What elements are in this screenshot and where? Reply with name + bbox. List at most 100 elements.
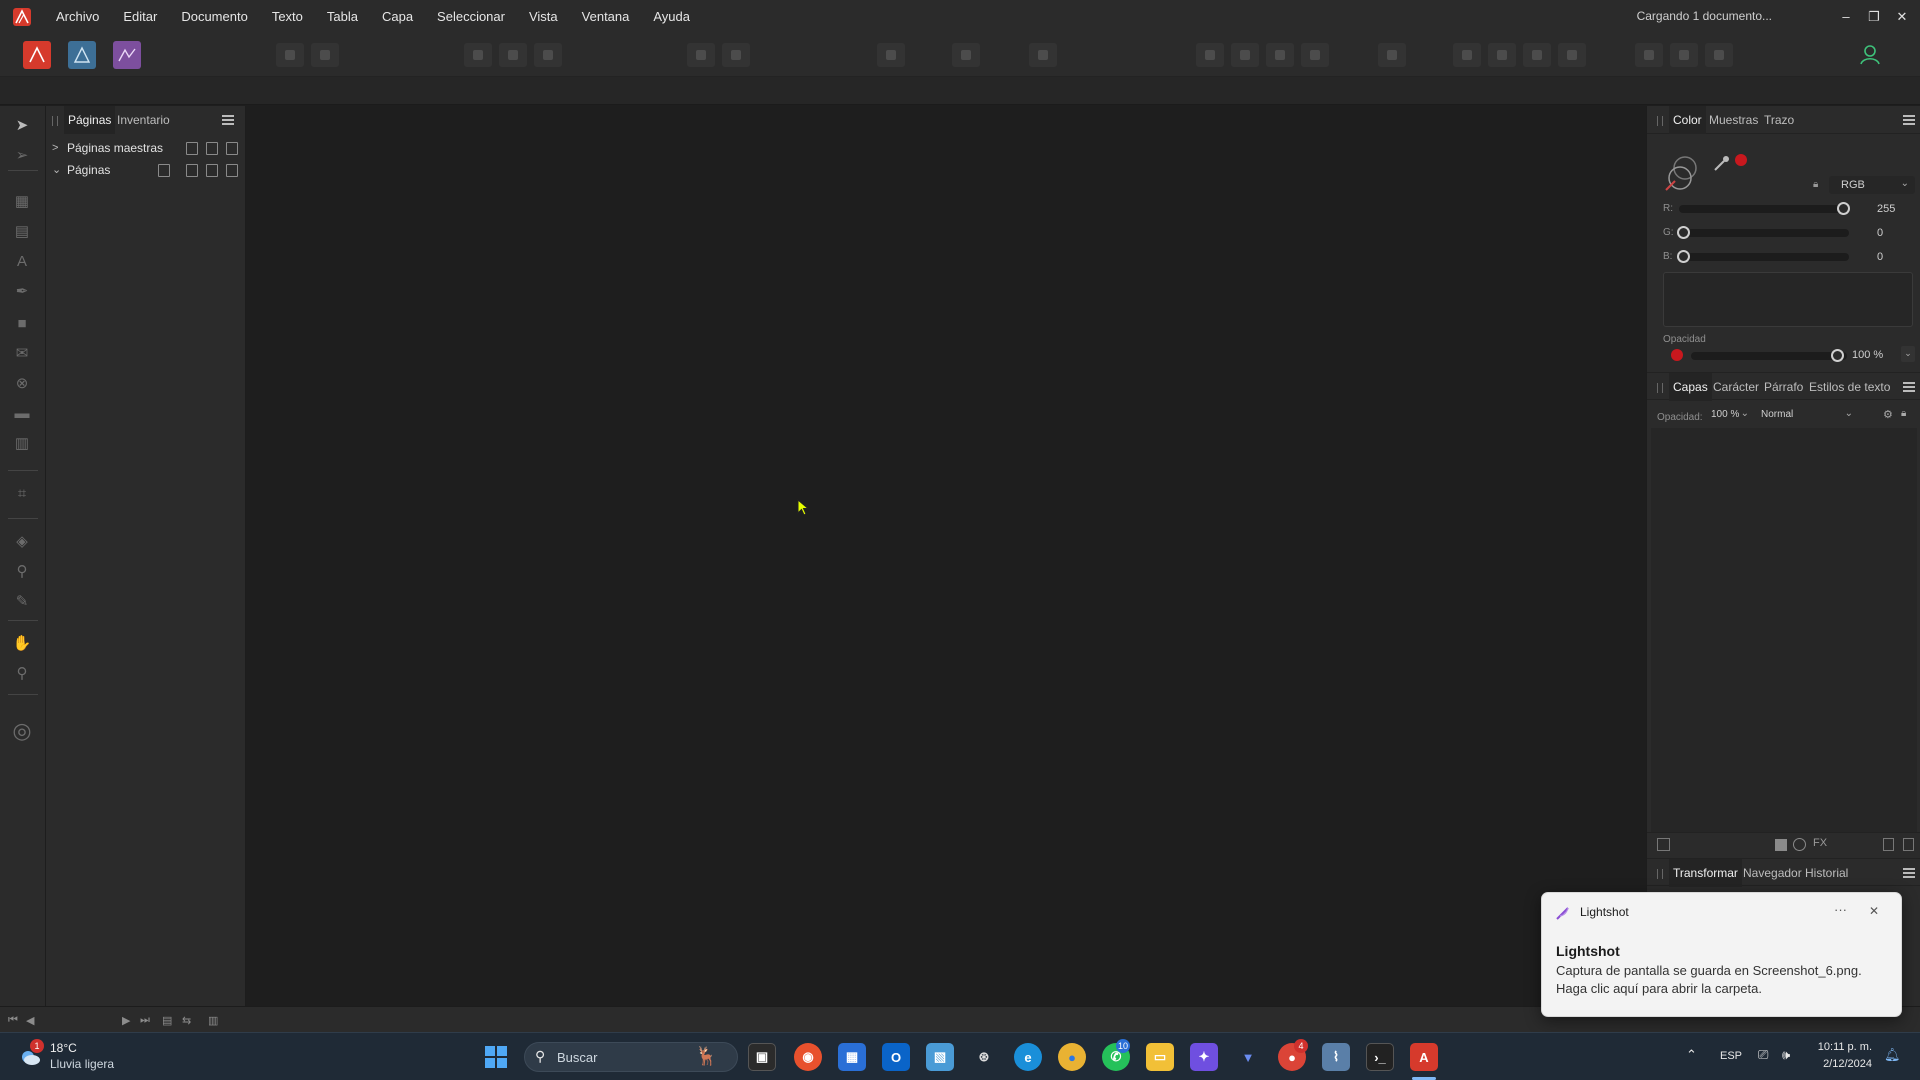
duplicate-master-page-icon[interactable]	[206, 142, 218, 155]
menu-documento[interactable]: Documento	[169, 0, 259, 33]
tab-color[interactable]: Color	[1669, 106, 1706, 134]
clock-time[interactable]: 10:11 p. m.	[1812, 1041, 1872, 1053]
toolbar-button-11[interactable]	[1196, 43, 1224, 67]
current-color-swatch[interactable]	[1735, 154, 1747, 166]
outlook-icon[interactable]: O	[882, 1043, 910, 1071]
toolbar-button-4[interactable]	[499, 43, 527, 67]
menu-seleccionar[interactable]: Seleccionar	[425, 0, 517, 33]
photo-persona-icon[interactable]	[113, 41, 141, 69]
channel-slider-track-2[interactable]	[1679, 253, 1849, 261]
tab-navegador[interactable]: Navegador	[1739, 859, 1806, 887]
table-tool-icon[interactable]: ▦	[11, 190, 33, 212]
tab-trazo[interactable]: Trazo	[1760, 106, 1798, 134]
designer-persona-icon[interactable]	[68, 41, 96, 69]
gear-icon[interactable]: ⚙	[1883, 408, 1893, 421]
add-layer-icon[interactable]	[1883, 838, 1894, 851]
toolbar-button-5[interactable]	[534, 43, 562, 67]
vpn-icon[interactable]: ▼	[1234, 1043, 1262, 1071]
toolbar-button-9[interactable]	[952, 43, 980, 67]
panel-menu-icon[interactable]	[222, 115, 234, 125]
copilot-icon[interactable]: ✦	[1190, 1043, 1218, 1071]
fx-icon[interactable]: FX	[1813, 837, 1827, 849]
account-icon[interactable]	[1856, 41, 1884, 69]
toolbar-button-10[interactable]	[1029, 43, 1057, 67]
toolbar-button-22[interactable]	[1705, 43, 1733, 67]
notification-close-button[interactable]: ✕	[1869, 904, 1879, 918]
toolbar-button-1[interactable]	[276, 43, 304, 67]
opacity-slider-knob[interactable]	[1831, 349, 1844, 362]
adjustment-layer-icon[interactable]	[1793, 838, 1806, 851]
fill-stroke-selector-icon[interactable]	[1663, 154, 1703, 197]
file-explorer-icon[interactable]: ▭	[1146, 1043, 1174, 1071]
menu-tabla[interactable]: Tabla	[315, 0, 370, 33]
menu-texto[interactable]: Texto	[260, 0, 315, 33]
transform-panel-menu-icon[interactable]	[1903, 868, 1915, 878]
next-page-icon[interactable]: ▶	[122, 1014, 130, 1027]
tab-historial[interactable]: Historial	[1801, 859, 1852, 887]
lightshot-notification[interactable]: Lightshot ··· ✕ Lightshot Captura de pan…	[1541, 892, 1902, 1017]
blend-mode-select[interactable]: Normal ⌄	[1757, 406, 1855, 424]
windows-start-icon[interactable]	[484, 1045, 508, 1072]
duplicate-page-icon[interactable]	[206, 164, 218, 177]
channel-slider-knob-2[interactable]	[1677, 250, 1690, 263]
place-image-tool-icon[interactable]: ▬	[11, 402, 33, 424]
move-tool-icon[interactable]: ➤	[11, 114, 33, 136]
toolbar-button-21[interactable]	[1670, 43, 1698, 67]
toolbar-button-20[interactable]	[1635, 43, 1663, 67]
edge-icon[interactable]: e	[1014, 1043, 1042, 1071]
tab-muestras[interactable]: Muestras	[1705, 106, 1762, 134]
opacity-value[interactable]: 100 %	[1852, 349, 1883, 361]
color-panel-menu-icon[interactable]	[1903, 115, 1915, 125]
channel-slider-track-1[interactable]	[1679, 229, 1849, 237]
page-spread-icon[interactable]: ▤	[162, 1014, 172, 1027]
affinity-publisher-taskbar-icon[interactable]: A	[1410, 1043, 1438, 1071]
tab-transformar[interactable]: Transformar	[1669, 859, 1742, 887]
chevron-up-icon[interactable]: ⌃	[1686, 1047, 1697, 1063]
notification-more-button[interactable]: ···	[1834, 902, 1847, 917]
photos-icon[interactable]: ▧	[926, 1043, 954, 1071]
task-view-icon[interactable]: ▣	[748, 1043, 776, 1071]
tab-parrafo[interactable]: Párrafo	[1760, 373, 1807, 401]
mask-layer-icon[interactable]	[1775, 839, 1787, 851]
publisher-persona-icon[interactable]	[23, 41, 51, 69]
channel-slider-track-0[interactable]	[1679, 205, 1849, 213]
channel-slider-knob-0[interactable]	[1837, 202, 1850, 215]
restore-button[interactable]: ❐	[1860, 0, 1888, 33]
tab-estilos-de-texto[interactable]: Estilos de texto	[1805, 373, 1894, 401]
toolbar-button-8[interactable]	[877, 43, 905, 67]
toolbar-button-16[interactable]	[1453, 43, 1481, 67]
toolbar-button-18[interactable]	[1523, 43, 1551, 67]
menu-vista[interactable]: Vista	[517, 0, 570, 33]
lock-icon[interactable]: 🔒︎	[1901, 408, 1906, 419]
chevron-right-icon[interactable]: >	[52, 137, 62, 159]
delete-layer-icon[interactable]	[1903, 838, 1914, 851]
artistic-text-tool-icon[interactable]: A	[11, 250, 33, 272]
channel-value-1[interactable]: 0	[1877, 227, 1883, 239]
page-options-icon[interactable]	[158, 164, 170, 177]
toolbar-button-6[interactable]	[687, 43, 715, 67]
document-canvas[interactable]	[247, 106, 1645, 1006]
eyedropper-icon[interactable]	[1711, 152, 1733, 177]
color-picker-tool-icon[interactable]: ✎	[11, 590, 33, 612]
terminal-icon[interactable]: ›_	[1366, 1043, 1394, 1071]
opacity-dropdown-icon[interactable]: ⌄	[1901, 346, 1915, 362]
toolbar-button-14[interactable]	[1301, 43, 1329, 67]
menu-archivo[interactable]: Archivo	[44, 0, 111, 33]
opacity-slider-track[interactable]	[1691, 352, 1847, 360]
delete-page-icon[interactable]	[226, 164, 238, 177]
tab-inventario[interactable]: Inventario	[113, 106, 174, 134]
toolbar-button-19[interactable]	[1558, 43, 1586, 67]
chatgpt-icon[interactable]: ⊛	[970, 1043, 998, 1071]
toolbar-button-7[interactable]	[722, 43, 750, 67]
master-pages-row[interactable]: > Páginas maestras	[46, 137, 246, 159]
frame-text-tool-icon[interactable]: ▤	[11, 220, 33, 242]
clock-date[interactable]: 2/12/2024	[1812, 1058, 1872, 1070]
notifications-bell-icon[interactable]: 🔔︎	[1884, 1047, 1901, 1063]
first-page-icon[interactable]: ⏮	[8, 1014, 18, 1027]
menu-editar[interactable]: Editar	[111, 0, 169, 33]
transparency-tool-icon[interactable]: ⚲	[11, 560, 33, 582]
toolbar-button-17[interactable]	[1488, 43, 1516, 67]
add-master-page-icon[interactable]	[186, 142, 198, 155]
volume-icon[interactable]: 🕪︎	[1782, 1047, 1790, 1063]
previous-page-icon[interactable]: ◀	[26, 1014, 34, 1027]
